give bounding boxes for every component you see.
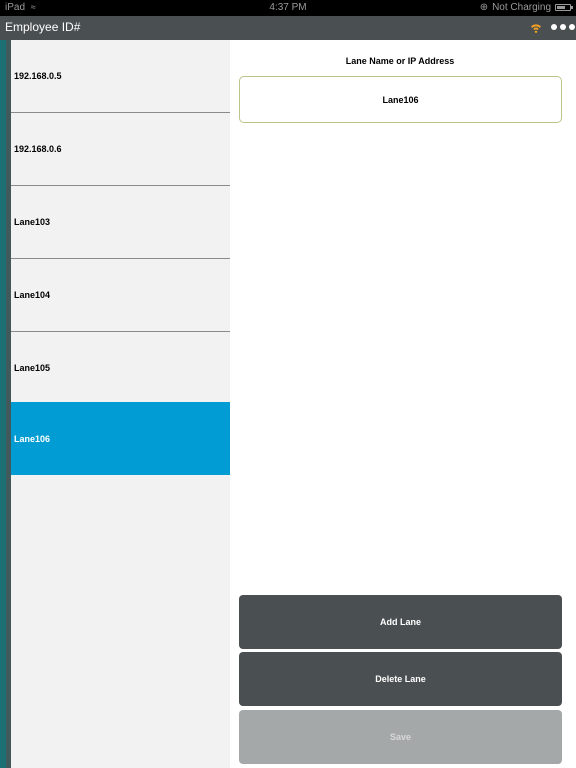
battery-icon — [555, 4, 573, 11]
lane-item-label: Lane104 — [14, 290, 51, 300]
charging-status: Not Charging — [492, 2, 551, 13]
lane-list-item[interactable]: 192.168.0.6 — [11, 113, 230, 186]
lane-list-item[interactable]: Lane104 — [11, 259, 230, 332]
wifi-icon — [531, 24, 541, 33]
page-title: Employee ID# — [5, 20, 81, 34]
lane-list-item[interactable]: Lane105 — [11, 332, 230, 405]
lane-field-label: Lane Name or IP Address — [345, 56, 455, 66]
status-bar-right: ⊕ Not Charging — [479, 2, 573, 13]
lane-item-label: 192.168.0.5 — [14, 71, 62, 81]
lane-list-item-selected[interactable]: Lane106 — [11, 402, 230, 475]
status-bar: iPad ≈ 4:37 PM ⊕ Not Charging — [0, 0, 576, 16]
lane-item-label: 192.168.0.6 — [14, 144, 62, 154]
lane-name-input[interactable] — [239, 76, 562, 123]
charging-icon: ⊕ — [479, 2, 489, 13]
save-button[interactable]: Save — [239, 710, 562, 764]
lane-list-item[interactable]: Lane103 — [11, 186, 230, 259]
lane-item-label: Lane106 — [14, 433, 51, 444]
add-lane-button[interactable]: Add Lane — [239, 595, 562, 649]
lane-item-label: Lane103 — [14, 217, 51, 227]
more-options-icon[interactable] — [551, 24, 575, 30]
lane-list-item[interactable]: 192.168.0.5 — [11, 40, 230, 113]
app-header: Employee ID# — [0, 16, 576, 40]
lane-detail-panel: Lane Name or IP Address Add Lane Delete … — [230, 40, 576, 768]
lane-item-label: Lane105 — [14, 363, 51, 373]
delete-lane-button[interactable]: Delete Lane — [239, 652, 562, 706]
lane-list: 192.168.0.5 192.168.0.6 Lane103 Lane104 … — [11, 40, 230, 768]
